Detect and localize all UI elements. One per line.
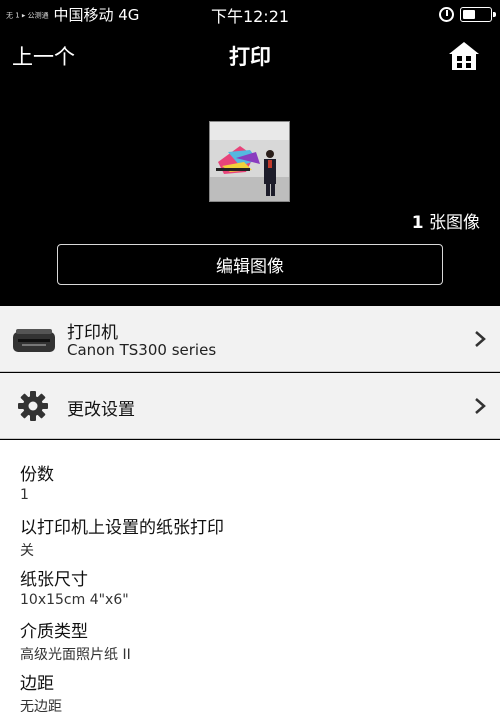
image-count-label: 张图像 (429, 213, 480, 233)
detail-media-type: 介质类型 高级光面照片纸 II (20, 617, 131, 664)
image-count-number: 1 (411, 213, 424, 233)
detail-copies: 份数 1 (20, 460, 54, 503)
status-icons (439, 5, 496, 23)
detail-value: 无边距 (20, 699, 62, 712)
detail-label: 纸张尺寸 (20, 570, 88, 590)
detail-value: 10x15cm 4"x6" (20, 592, 129, 608)
back-button[interactable]: 上一个 (12, 41, 75, 71)
navigation-bar: 上一个 打印 (0, 28, 500, 84)
detail-value: 1 (20, 487, 29, 503)
home-icon[interactable] (448, 40, 480, 72)
status-time: 下午12:21 (210, 7, 290, 26)
image-preview-area: 1 张图像 编辑图像 (0, 84, 500, 306)
page-title: 打印 (229, 45, 271, 69)
print-settings-summary: 份数 1 以打印机上设置的纸张打印 关 纸张尺寸 10x15cm 4"x6" 介… (0, 440, 500, 712)
battery-icon (460, 6, 496, 22)
detail-value: 高级光面照片纸 II (20, 647, 131, 663)
detail-margins: 边距 无边距 (20, 669, 62, 712)
detail-paper-from-printer: 以打印机上设置的纸张打印 关 (20, 513, 224, 560)
settings-title: 更改设置 (67, 400, 135, 420)
printer-title: 打印机 (67, 323, 118, 343)
alarm-icon (439, 6, 454, 22)
status-bar: 无 1 ▸ 公测通 中国移动 4G 下午12:21 (0, 0, 500, 28)
change-settings-row[interactable]: 更改设置 (0, 373, 500, 439)
chevron-right-icon (475, 398, 486, 414)
detail-label: 份数 (20, 465, 54, 485)
detail-label: 介质类型 (20, 622, 88, 642)
image-count: 1 张图像 (412, 208, 480, 233)
printer-icon (13, 329, 55, 352)
chevron-right-icon (475, 331, 486, 347)
detail-paper-size: 纸张尺寸 10x15cm 4"x6" (20, 565, 129, 608)
gear-icon (18, 391, 48, 421)
image-thumbnail[interactable] (209, 121, 290, 202)
detail-label: 边距 (20, 674, 54, 694)
edit-image-button[interactable]: 编辑图像 (57, 244, 443, 285)
detail-label: 以打印机上设置的纸张打印 (20, 518, 224, 538)
printer-selector-row[interactable]: 打印机 Canon TS300 series (0, 306, 500, 372)
printer-model: Canon TS300 series (67, 341, 217, 359)
detail-value: 关 (20, 543, 34, 559)
